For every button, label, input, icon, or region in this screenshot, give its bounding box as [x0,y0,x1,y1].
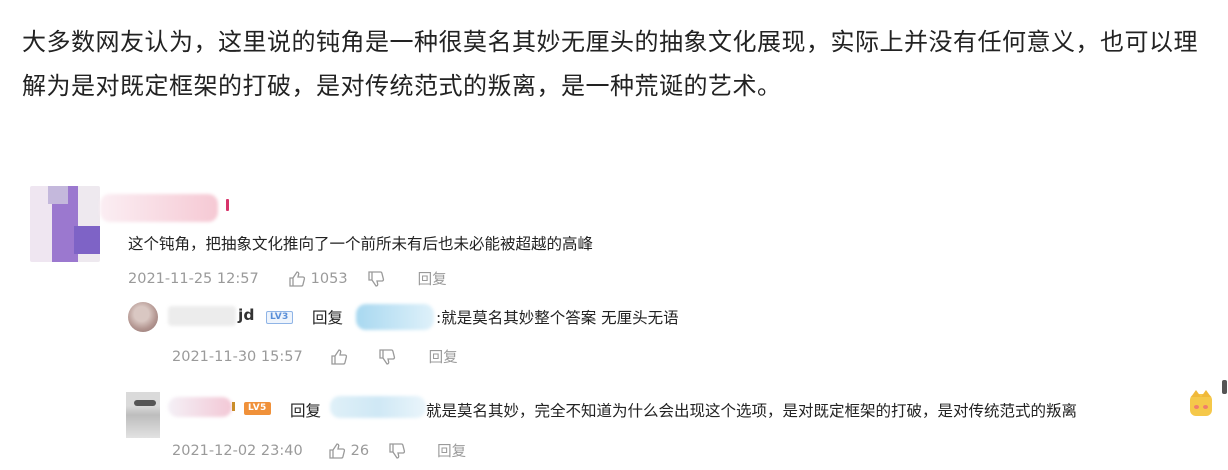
reply-prefix: 回复 [312,309,344,327]
comment-time: 2021-11-25 12:57 [128,270,259,287]
like-button[interactable]: 1053 [287,269,348,289]
reply-time: 2021-11-30 15:57 [172,348,303,365]
reply-prefix: 回复 [290,402,322,420]
thumbs-down-icon [389,442,406,459]
reply-text: 就是莫名其妙，完全不知道为什么会出现这个选项，是对既定框架的打破，是对传统范式的… [426,402,1078,420]
reply-text: :就是莫名其妙整个答案 无厘头无语 [436,309,679,327]
edge-marker [1222,380,1227,394]
like-button[interactable]: 26 [327,441,369,461]
reply-time: 2021-12-02 23:40 [172,442,303,459]
thumbs-up-icon [331,348,347,365]
name-marker [226,199,229,211]
like-count: 26 [350,442,370,459]
cat-emoji-icon [1190,390,1212,416]
dislike-button[interactable] [377,347,397,367]
reply-button[interactable]: 回复 [437,440,466,461]
avatar[interactable] [126,392,160,438]
level-badge: LV3 [266,311,293,324]
username-blurred[interactable] [168,306,236,326]
reply-button[interactable]: 回复 [429,346,458,367]
username-suffix[interactable]: jd [238,306,254,324]
article-line-1: 大多数网友认为，这里说的钝角是一种很莫名其妙无厘头的抽象文化展现，实际上并没有任… [22,28,1198,56]
dislike-button[interactable] [387,441,407,461]
reply-meta: 2021-11-30 15:57 回复 [172,346,458,367]
comment-meta: 2021-11-25 12:57 1053 回复 [128,268,447,289]
reply-target-blurred[interactable] [356,304,434,330]
reply-meta: 2021-12-02 23:40 26 回复 [172,440,466,461]
article-line-2: 解为是对既定框架的打破，是对传统范式的叛离，是一种荒诞的艺术。 [22,72,782,100]
reply-target-blurred[interactable] [330,396,426,418]
like-button[interactable] [329,347,349,367]
like-count: 1053 [310,270,348,287]
thumbs-down-icon [367,270,384,287]
username-blurred[interactable] [100,194,218,222]
thumbs-down-icon [379,348,395,365]
thumbs-up-icon [289,270,305,287]
username-blurred[interactable] [168,397,232,417]
avatar[interactable] [128,302,158,332]
article-body: 大多数网友认为，这里说的钝角是一种很莫名其妙无厘头的抽象文化展现，实际上并没有任… [22,20,1222,108]
dislike-button[interactable] [366,269,386,289]
avatar[interactable] [30,186,100,262]
level-badge: LV5 [244,402,271,415]
comment-thread: 这个钝角，把抽象文化推向了一个前所未有后也未必能被超越的高峰 2021-11-2… [0,180,1228,470]
comment-text: 这个钝角，把抽象文化推向了一个前所未有后也未必能被超越的高峰 [128,235,594,253]
name-marker [232,402,235,411]
thumbs-up-icon [329,442,345,459]
reply-button[interactable]: 回复 [418,268,447,289]
